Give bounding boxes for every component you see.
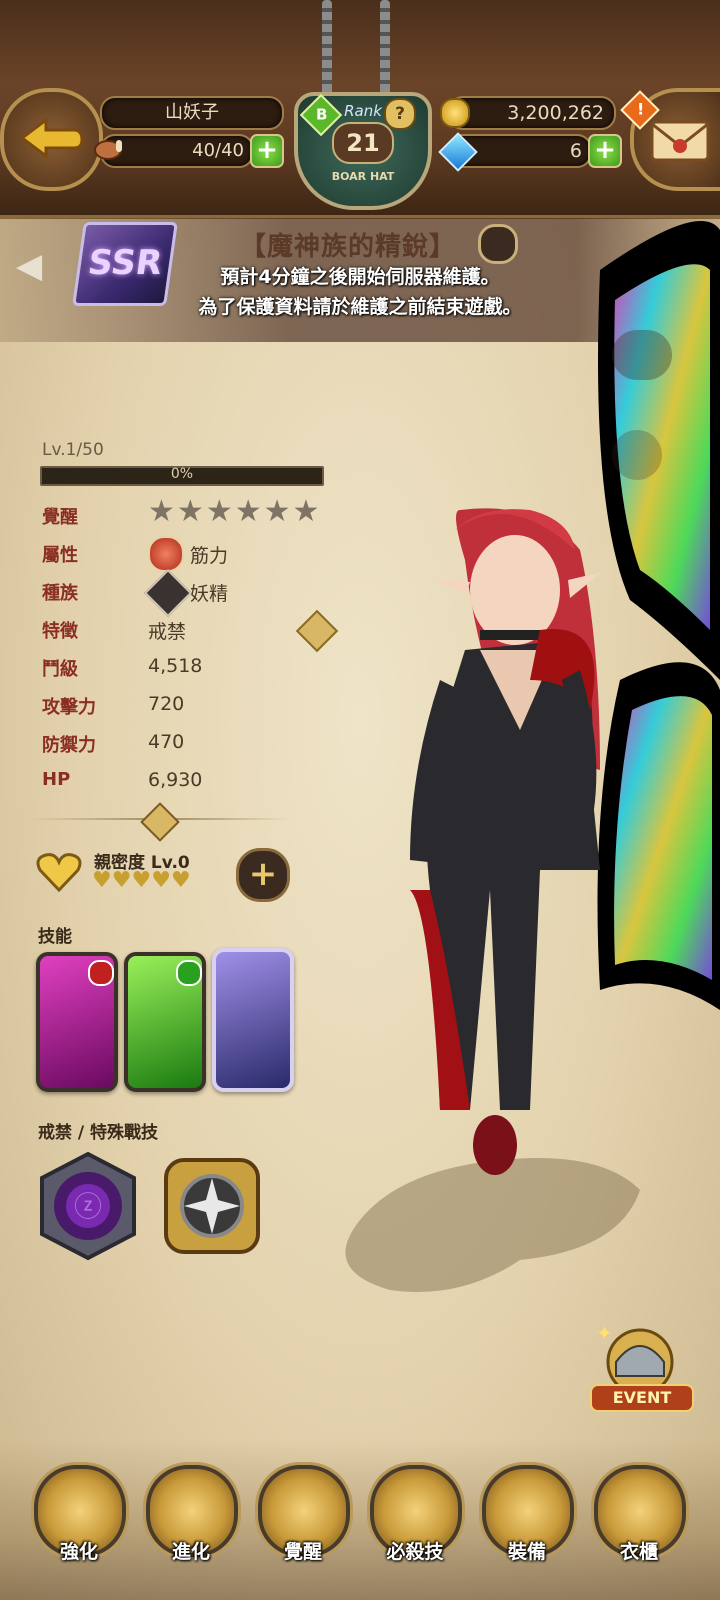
gold-value: 3,200,262 [507, 102, 604, 124]
special-title: 戒禁 / 特殊戰技 [38, 1123, 159, 1143]
trait-help-icon[interactable] [295, 609, 339, 653]
attack-label: 攻擊力 [42, 697, 96, 718]
race-value: 妖精 [190, 583, 229, 605]
event-label: EVENT [590, 1384, 694, 1412]
prev-character-arrow-icon[interactable]: ◀ [16, 246, 42, 286]
special-technique-badge[interactable] [158, 1150, 266, 1262]
nav-wardrobe[interactable]: 衣櫃 [594, 1465, 686, 1564]
affinity-heart-slot-icon: ♥ [111, 868, 132, 893]
back-button[interactable] [0, 88, 103, 191]
affinity-hearts: ♥♥♥♥♥ [92, 868, 191, 893]
awaken-label: 覺醒 [42, 507, 78, 528]
nav-awaken[interactable]: 覺醒 [258, 1465, 350, 1564]
hp-value: 6,930 [148, 769, 203, 791]
stamina-meat-icon [92, 136, 124, 162]
gold-coin-icon [440, 98, 470, 128]
defense-value: 470 [148, 731, 185, 753]
affinity-heart-slot-icon: ♥ [170, 868, 191, 893]
attack-value: 720 [148, 693, 185, 715]
nav-evolve[interactable]: 進化 [146, 1465, 238, 1564]
awaken-star-icon: ★ [148, 494, 175, 529]
grade-label: 鬥級 [42, 659, 78, 680]
affinity-heart-icon [36, 852, 82, 893]
hp-label: HP [42, 769, 71, 790]
svg-text:ⓩ: ⓩ [74, 1190, 102, 1223]
awaken-star-icon: ★ [292, 494, 320, 529]
xp-text: 0% [170, 466, 194, 482]
attribute-value: 筋力 [190, 545, 229, 567]
nav-enhance[interactable]: 強化 [34, 1465, 126, 1564]
skill-card-1[interactable] [36, 952, 118, 1092]
awaken-star-icon: ★ [234, 494, 262, 529]
affinity-heart-slot-icon: ♥ [151, 868, 171, 893]
rank-subtitle: BOAR HAT [331, 170, 395, 183]
back-arrow-icon [19, 117, 84, 159]
rank-level: 21 [332, 122, 394, 164]
skill-card-ultimate[interactable] [212, 948, 294, 1092]
race-label: 種族 [42, 583, 78, 604]
affinity-add-button[interactable]: + [236, 848, 290, 902]
fairy-race-icon [143, 568, 193, 618]
player-name: 山妖子 [165, 102, 219, 123]
skill-1-attribute-icon [88, 960, 114, 986]
expand-stats-icon[interactable] [140, 802, 180, 842]
trait-label: 特徵 [42, 621, 78, 642]
skills-title: 技能 [38, 927, 72, 947]
rank-help-button[interactable]: ? [384, 98, 416, 130]
skill-card-2[interactable] [124, 952, 206, 1092]
nav-equipment[interactable]: 裝備 [482, 1465, 574, 1564]
gold-bar: 3,200,262 [448, 96, 616, 130]
xp-bar: 0% [40, 466, 324, 486]
commandment-badge[interactable]: ⓩ [34, 1150, 142, 1262]
nav-ultimate[interactable]: 必殺技 [370, 1465, 462, 1564]
level-text: Lv.1/50 [42, 440, 104, 460]
event-button[interactable]: ✦ EVENT [590, 1320, 694, 1420]
awaken-stars: ★★★★★★ [148, 494, 321, 529]
defense-label: 防禦力 [42, 735, 96, 756]
stamina-add-button[interactable]: + [250, 134, 284, 168]
attribute-label: 屬性 [42, 545, 78, 566]
skill-2-attribute-icon [176, 960, 202, 986]
voice-icon[interactable] [612, 430, 662, 480]
profile-view-icon[interactable] [612, 330, 672, 380]
player-name-bar: 山妖子 [100, 96, 284, 130]
awaken-star-icon: ★ [205, 494, 233, 529]
stamina-value: 40/40 [192, 140, 244, 161]
affinity-heart-slot-icon: ♥ [92, 868, 112, 893]
strength-attribute-icon [148, 536, 184, 572]
gem-add-button[interactable]: + [588, 134, 622, 168]
svg-text:✦: ✦ [596, 1321, 613, 1345]
trait-value: 戒禁 [148, 621, 187, 643]
awaken-star-icon: ★ [263, 494, 291, 529]
awaken-star-icon: ★ [176, 494, 204, 529]
affinity-heart-slot-icon: ♥ [131, 868, 152, 893]
grade-value: 4,518 [148, 655, 203, 677]
